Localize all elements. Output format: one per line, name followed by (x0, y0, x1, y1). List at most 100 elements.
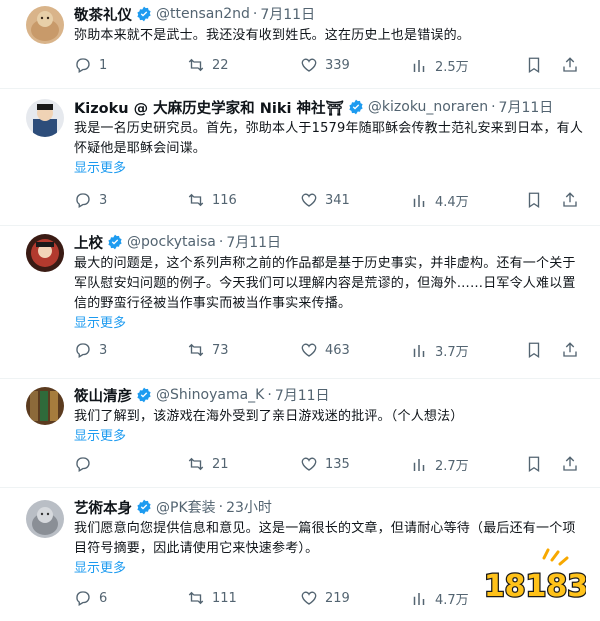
reply-button[interactable]: 3 (74, 191, 107, 209)
bookmark-button[interactable] (525, 191, 543, 209)
avatar[interactable] (26, 500, 64, 538)
watermark-text: 18183 (486, 569, 586, 604)
like-button[interactable]: 135 (300, 455, 350, 473)
display-name[interactable]: 艺術本身 (74, 497, 132, 518)
share-button[interactable] (561, 56, 579, 74)
retweet-icon (188, 58, 204, 72)
views-button[interactable]: 2.7万 (410, 455, 469, 474)
separator-dot: · (218, 234, 224, 250)
reply-button[interactable]: 3 (74, 341, 107, 359)
like-button[interactable]: 339 (300, 56, 350, 74)
like-count: 135 (325, 456, 350, 472)
retweet-count: 116 (212, 192, 237, 208)
avatar[interactable] (26, 6, 64, 44)
timestamp[interactable]: 23小时 (226, 497, 272, 517)
views-count: 4.4万 (435, 195, 469, 210)
show-more-link[interactable]: 显示更多 (74, 427, 588, 447)
tweet-text: 我是一名历史研究员。首先，弥助本人于1579年随耶稣会传教士范礼安来到日本，有人… (74, 121, 584, 156)
views-count: 2.5万 (435, 60, 469, 75)
show-more-link[interactable]: 显示更多 (74, 314, 588, 334)
views-count: 4.7万 (435, 593, 469, 608)
tweet-header: 敬茶礼仪 @ttensan2nd · 7月11日 (74, 3, 588, 25)
reply-count: 1 (99, 57, 108, 73)
verified-badge-icon (108, 234, 122, 250)
views-button[interactable]: 3.7万 (410, 341, 469, 360)
views-button[interactable]: 4.4万 (410, 191, 469, 210)
views-icon (413, 592, 425, 605)
tweet[interactable]: 上校 @pockytaisa · 7月11日 最大的问题是，这个系列声称之前的作… (12, 226, 588, 378)
avatar[interactable] (26, 99, 64, 137)
bookmark-button[interactable] (525, 341, 543, 359)
display-name[interactable]: 筱山清彦 (74, 385, 132, 406)
retweet-button[interactable]: 73 (187, 341, 229, 359)
tweet[interactable]: 敬茶礼仪 @ttensan2nd · 7月11日 弥助本来就不是武士。我还没有收… (12, 0, 588, 88)
like-button[interactable]: 463 (300, 341, 350, 359)
tweet-actions: 1 22 339 2.5万 (12, 56, 512, 80)
retweet-button[interactable]: 22 (187, 56, 229, 74)
bookmark-button[interactable] (525, 56, 543, 74)
avatar[interactable] (26, 234, 64, 272)
timestamp[interactable]: 7月11日 (275, 385, 330, 405)
tweet-actions: 21 135 2.7万 (12, 455, 512, 479)
user-handle[interactable]: @kizoku_noraren (368, 99, 488, 115)
reply-button[interactable]: 6 (74, 589, 107, 607)
timestamp[interactable]: 7月11日 (260, 4, 315, 24)
like-button[interactable]: 219 (300, 589, 350, 607)
reply-button[interactable]: 1 (74, 56, 107, 74)
bookmark-icon (528, 456, 540, 473)
retweet-icon (188, 193, 204, 207)
tweet-header: Kizoku @ 大麻历史学家和 Niki 神社⛩ @kizoku_norare… (74, 96, 588, 118)
display-name[interactable]: 上校 (74, 232, 103, 253)
retweet-button[interactable]: 116 (187, 191, 237, 209)
share-icon (563, 192, 577, 207)
like-icon (301, 58, 317, 72)
views-icon (413, 458, 425, 471)
tweet-header: 筱山清彦 @Shinoyama_K · 7月11日 (74, 384, 588, 406)
tweet[interactable]: 筱山清彦 @Shinoyama_K · 7月11日 我们了解到，该游戏在海外受到… (12, 379, 588, 487)
user-handle[interactable]: @PK套装 (156, 497, 216, 517)
bookmark-icon (528, 192, 540, 209)
bookmark-icon (528, 342, 540, 359)
like-count: 339 (325, 57, 350, 73)
verified-badge-icon (137, 387, 151, 403)
share-button[interactable] (561, 455, 579, 473)
tweet-text: 我们了解到，该游戏在海外受到了亲日游戏迷的批评。（个人想法） (74, 409, 464, 424)
tweet-actions: 3 73 463 3.7万 (12, 341, 512, 365)
timestamp[interactable]: 7月11日 (226, 232, 281, 252)
like-count: 219 (325, 590, 350, 606)
views-button[interactable]: 2.5万 (410, 56, 469, 75)
retweet-count: 21 (212, 456, 229, 472)
tweet-text: 弥助本来就不是武士。我还没有收到姓氏。这在历史上也是错误的。 (74, 28, 471, 43)
user-handle[interactable]: @ttensan2nd (156, 6, 250, 22)
reply-button[interactable] (74, 455, 99, 473)
retweet-icon (188, 591, 204, 605)
tweet[interactable]: Kizoku @ 大麻历史学家和 Niki 神社⛩ @kizoku_norare… (12, 89, 588, 225)
verified-badge-icon (137, 6, 151, 22)
like-icon (301, 457, 317, 471)
show-more-link[interactable]: 显示更多 (74, 159, 588, 179)
like-count: 341 (325, 192, 350, 208)
separator-dot: · (267, 387, 272, 403)
display-name[interactable]: Kizoku @ 大麻历史学家和 Niki 神社⛩ (74, 97, 344, 118)
avatar[interactable] (26, 387, 64, 425)
separator-dot: · (491, 99, 496, 115)
tweet-actions: 6 111 219 4.7万 (12, 589, 512, 613)
like-button[interactable]: 341 (300, 191, 350, 209)
views-button[interactable]: 4.7万 (410, 589, 469, 608)
user-handle[interactable]: @pockytaisa (127, 234, 216, 250)
bookmark-button[interactable] (525, 455, 543, 473)
site-watermark-logo: 18183 (483, 548, 589, 608)
retweet-button[interactable]: 111 (187, 589, 237, 607)
separator-dot: · (218, 499, 224, 515)
timestamp[interactable]: 7月11日 (499, 97, 554, 117)
share-button[interactable] (561, 341, 579, 359)
like-icon (301, 591, 317, 605)
retweet-count: 22 (212, 57, 229, 73)
display-name[interactable]: 敬茶礼仪 (74, 4, 132, 25)
tweet-header: 艺術本身 @PK套装 · 23小时 (74, 496, 588, 518)
views-icon (413, 194, 425, 207)
verified-badge-icon (137, 499, 151, 515)
user-handle[interactable]: @Shinoyama_K (156, 387, 264, 403)
retweet-button[interactable]: 21 (187, 455, 229, 473)
share-button[interactable] (561, 191, 579, 209)
